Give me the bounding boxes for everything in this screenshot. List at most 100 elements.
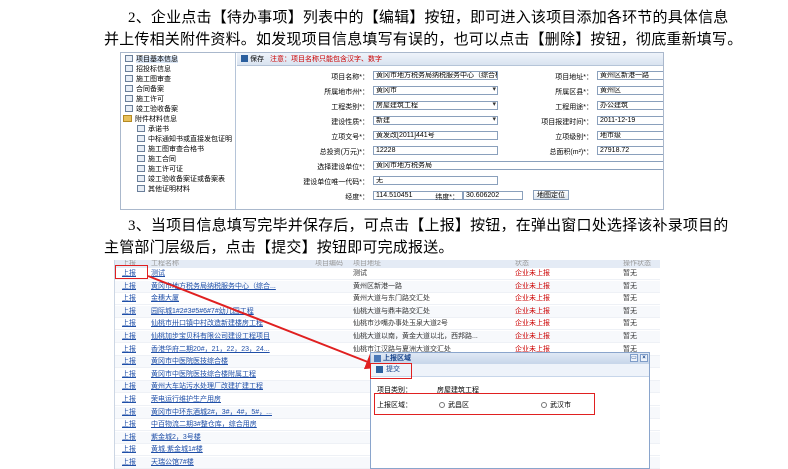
- report-time-label: 项目报建时间*：: [541, 119, 593, 126]
- doc-icon: [137, 185, 145, 192]
- report-time-input[interactable]: 2011-12-19: [597, 116, 663, 125]
- report-link[interactable]: 上报: [122, 407, 136, 419]
- project-name-link[interactable]: 中百物流二期3#整仓库，综合用房: [151, 419, 331, 431]
- save-button[interactable]: 保存: [250, 56, 264, 63]
- doc-icon: [137, 175, 145, 182]
- report-status: 企业未上报: [515, 333, 550, 340]
- header-name: 工程名称: [151, 260, 179, 267]
- district-label: 所属区县*：: [555, 89, 593, 96]
- report-link[interactable]: 上报: [122, 419, 136, 431]
- header-flow: 操作状态: [623, 260, 651, 267]
- project-name-link[interactable]: 黄冈市地方税务局纳税服务中心（综合...: [151, 281, 331, 293]
- report-link[interactable]: 上报: [122, 344, 136, 356]
- report-link[interactable]: 上报: [122, 381, 136, 393]
- dialog-icon: [374, 355, 381, 362]
- tree-item[interactable]: 施工许可: [125, 95, 164, 105]
- usage-select[interactable]: 办公建筑: [597, 101, 663, 110]
- tree-item[interactable]: 施工图审查合格书: [137, 145, 204, 155]
- project-name-link[interactable]: 黄州大车站污水处理厂改建扩建工程: [151, 381, 331, 393]
- tree-folder[interactable]: 附件材料信息: [123, 115, 177, 125]
- report-link[interactable]: 上报: [122, 457, 136, 469]
- project-name-label: 项目名称*：: [331, 74, 369, 81]
- project-name-input[interactable]: 黄冈市地方税务局纳税服务中心（综合楼）: [373, 71, 498, 80]
- unit-code-input[interactable]: 无: [373, 176, 498, 185]
- project-name-link[interactable]: 黄冈市中医院医技综合楼: [151, 356, 331, 368]
- tree-item[interactable]: 竣工验收备案证或备案表: [137, 175, 225, 185]
- doc-icon: [137, 135, 145, 142]
- table-row: 上报 仙桃市卅口镇中村改造新建楼房工程 仙桃市沙嘴办事处玉泉大道2号 企业未上报 暂无: [115, 318, 660, 331]
- tree-item[interactable]: 施工许可证: [137, 165, 183, 175]
- project-name-link[interactable]: 黄冈市中医院医技综合楼附属工程: [151, 369, 331, 381]
- project-name-link[interactable]: 荣电运行维护生产用房: [151, 394, 331, 406]
- flow-status: 暂无: [623, 307, 637, 315]
- approval-no-input[interactable]: 黄发改[2011]441号: [373, 131, 498, 140]
- project-form-screenshot: 项目基本信息 招投标信息 施工图审查 合同备案 施工许可 竣工验收备案 附件材料…: [120, 52, 664, 210]
- lat-input[interactable]: 30.606202: [463, 191, 523, 200]
- project-addr-input[interactable]: 黄州区新港一路: [597, 71, 663, 80]
- tree-item[interactable]: 其他证明材料: [137, 185, 190, 195]
- table-row: 上报 金穗大厦 黄州大道与东门路交汇处 企业未上报 暂无: [115, 293, 660, 306]
- save-icon: [241, 55, 248, 62]
- project-name-link[interactable]: 黄城.紫金城1#楼: [151, 444, 331, 456]
- doc-icon: [137, 165, 145, 172]
- map-locate-button[interactable]: 地图定位: [533, 190, 569, 200]
- approval-level-select[interactable]: 地市级: [597, 131, 663, 140]
- flow-status: 暂无: [623, 333, 637, 340]
- para-2-line-2: 并上传相关附件资料。如发现项目信息填写有误的，也可以点击【删除】按钮，彻底重新填…: [104, 32, 743, 48]
- project-name-link[interactable]: 香港华府二期20#，21，22，23，24...: [151, 344, 331, 356]
- highlight-region-options: [374, 393, 595, 415]
- report-link[interactable]: 上报: [122, 318, 136, 330]
- header-code: 项目编码: [315, 260, 343, 267]
- report-link[interactable]: 上报: [122, 432, 136, 444]
- header-addr: 项目地址: [353, 260, 381, 267]
- report-link[interactable]: 上报: [122, 306, 136, 318]
- report-link[interactable]: 上报: [122, 394, 136, 406]
- project-name-link[interactable]: 园际城1#2#3#5#6#7#幼儿园工程: [151, 306, 331, 318]
- project-name-link[interactable]: 天瑞公馆7#楼: [151, 457, 331, 469]
- report-status: 企业未上报: [515, 307, 550, 315]
- tree-item[interactable]: 承诺书: [137, 125, 169, 135]
- city-select[interactable]: 黄冈市: [373, 86, 498, 95]
- nature-label: 建设性质*：: [331, 119, 369, 126]
- report-link[interactable]: 上报: [122, 281, 136, 293]
- project-address: 黄州区新港一路: [353, 282, 402, 290]
- project-name-link[interactable]: 仙桃市卅口镇中村改造新建楼房工程: [151, 318, 331, 330]
- approval-level-label: 立项级别*：: [555, 134, 593, 141]
- report-link[interactable]: 上报: [122, 331, 136, 343]
- report-link[interactable]: 上报: [122, 293, 136, 305]
- report-status: 企业未上报: [515, 320, 550, 328]
- report-link[interactable]: 上报: [122, 369, 136, 381]
- dialog-title-bar: 上报区域 ▭ ×: [371, 353, 649, 364]
- tree-item[interactable]: 施工合同: [137, 155, 176, 165]
- unit-input[interactable]: 黄冈市地方税务局: [373, 161, 663, 170]
- invest-input[interactable]: 12228: [373, 146, 498, 155]
- table-row: 上报 黄冈市地方税务局纳税服务中心（综合... 黄州区新港一路 企业未上报 暂无: [115, 280, 660, 293]
- tree-item[interactable]: 项目基本信息: [125, 55, 178, 65]
- tree-item[interactable]: 招投标信息: [125, 65, 171, 75]
- close-icon[interactable]: ×: [640, 354, 648, 362]
- district-select[interactable]: 黄州区: [597, 86, 663, 95]
- doc-icon: [125, 75, 133, 82]
- project-address: 测试: [353, 270, 367, 277]
- highlight-submit-button: [370, 363, 412, 379]
- project-name-link[interactable]: 金穗大厦: [151, 293, 331, 305]
- project-name-link[interactable]: 黄冈市中环东酒城2#，3#，4#，5#，...: [151, 407, 331, 419]
- tree-item[interactable]: 中标通知书或直接发包证明: [137, 135, 232, 145]
- tree-item[interactable]: 施工图审查: [125, 75, 171, 85]
- project-address: 黄州大道与东门路交汇处: [353, 295, 430, 303]
- doc-icon: [125, 95, 133, 102]
- folder-icon: [123, 115, 132, 122]
- project-name-link[interactable]: 紫金城2，3号楼: [151, 432, 331, 444]
- unit-label: 选择建设单位*：: [317, 164, 369, 171]
- type-select[interactable]: 房屋建筑工程: [373, 101, 498, 110]
- minimize-icon[interactable]: ▭: [630, 354, 638, 362]
- nature-select[interactable]: 新建: [373, 116, 498, 125]
- highlight-report-link: [115, 265, 148, 279]
- report-link[interactable]: 上报: [122, 356, 136, 368]
- project-name-link[interactable]: 测试: [151, 268, 331, 280]
- project-name-link[interactable]: 仙桃加步宝贝科有限公司建设工程项目: [151, 331, 331, 343]
- tree-item[interactable]: 合同备案: [125, 85, 164, 95]
- tree-item[interactable]: 竣工验收备案: [125, 105, 178, 115]
- area-input[interactable]: 27918.72: [597, 146, 663, 155]
- report-link[interactable]: 上报: [122, 444, 136, 456]
